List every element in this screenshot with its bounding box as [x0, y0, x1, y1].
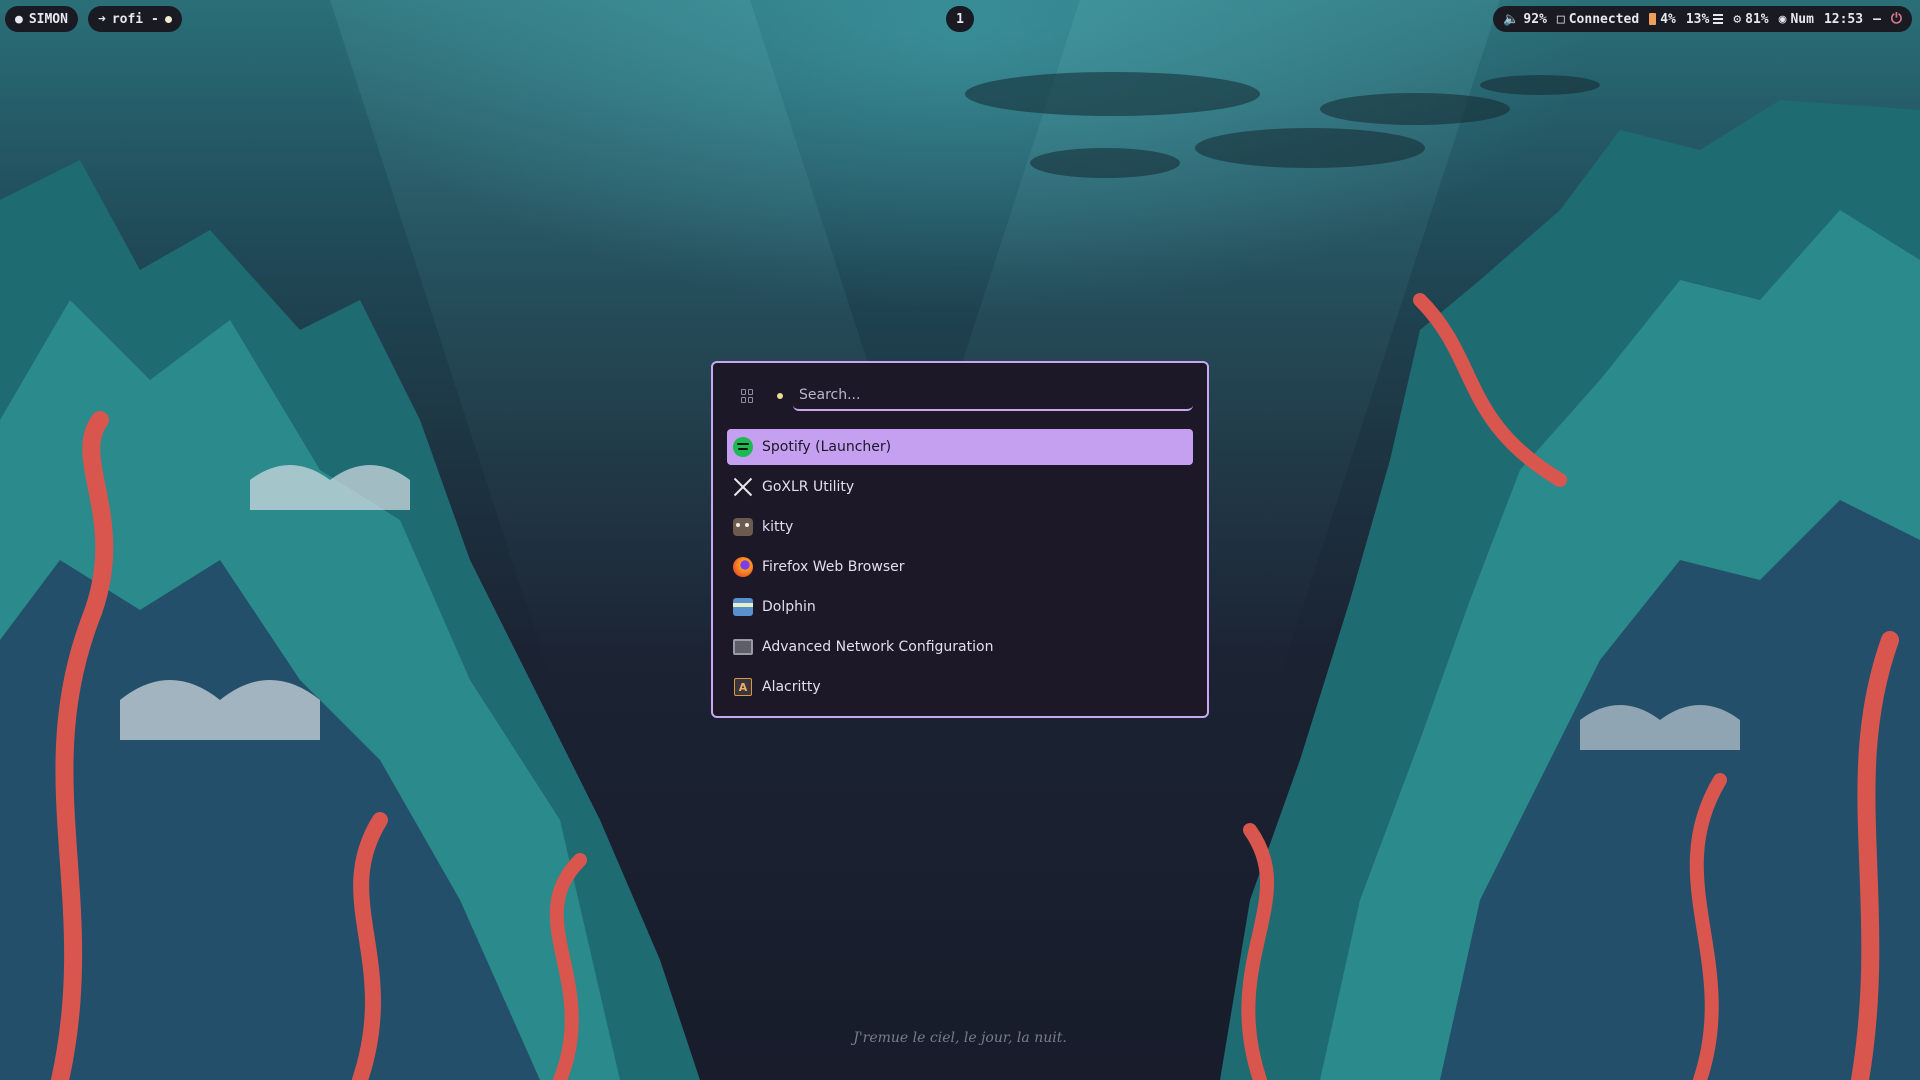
- list-item-network-config[interactable]: Advanced Network Configuration: [727, 629, 1193, 665]
- battery-module[interactable]: 4%: [1649, 12, 1676, 27]
- rofi-launcher: Spotify (Launcher) GoXLR Utility kitty F…: [711, 361, 1209, 718]
- item-label: GoXLR Utility: [762, 479, 855, 495]
- item-label: Advanced Network Configuration: [762, 639, 994, 655]
- kitty-icon: [732, 516, 754, 538]
- wallpaper-caption: J'remue le ciel, le jour, la nuit.: [853, 1030, 1067, 1046]
- item-label: Firefox Web Browser: [762, 559, 905, 575]
- network-status: Connected: [1568, 11, 1640, 27]
- network-icon: □: [1556, 11, 1565, 27]
- firefox-icon: [732, 556, 754, 578]
- list-item-firefox[interactable]: Firefox Web Browser: [727, 549, 1193, 585]
- search-input[interactable]: [793, 381, 1193, 411]
- minimize-module[interactable]: —: [1873, 12, 1881, 27]
- dolphin-icon: [732, 596, 754, 618]
- alacritty-icon: A: [732, 676, 754, 698]
- app-list: Spotify (Launcher) GoXLR Utility kitty F…: [727, 429, 1193, 709]
- workspace-number: 1: [956, 11, 964, 27]
- power-icon: ⏻: [1890, 11, 1902, 27]
- list-item-spotify[interactable]: Spotify (Launcher): [727, 429, 1193, 465]
- cpu-bars-icon: [1713, 14, 1724, 24]
- status-pill: 🔈 92% □ Connected 4% 13% ⚙ 81% ◉ Num 12:…: [1493, 6, 1912, 32]
- user-name: SIMON: [28, 11, 68, 27]
- goxlr-icon: [732, 476, 754, 498]
- user-pill[interactable]: ● SIMON: [5, 6, 78, 32]
- volume-value: 92%: [1523, 11, 1547, 27]
- lock-icon: ◉: [1778, 11, 1787, 27]
- minimize-icon: —: [1873, 11, 1881, 27]
- gear-icon: ⚙: [1733, 11, 1742, 27]
- list-item-alacritty[interactable]: A Alacritty: [727, 669, 1193, 705]
- status-dot-icon: [164, 15, 172, 23]
- cpu-value: 13%: [1685, 11, 1710, 27]
- item-label: kitty: [762, 519, 794, 535]
- battery-icon: [1649, 13, 1657, 25]
- network-config-icon: [732, 636, 754, 658]
- spotify-icon: [732, 436, 754, 458]
- battery-value: 4%: [1660, 11, 1676, 27]
- list-item-kitty[interactable]: kitty: [727, 509, 1193, 545]
- volume-module[interactable]: 🔈 92%: [1503, 12, 1547, 27]
- power-button[interactable]: ⏻: [1891, 11, 1902, 27]
- top-bar: ● SIMON ➜ rofi - 1 🔈 92% □ Connected 4% …: [0, 6, 1920, 32]
- cpu-module[interactable]: 13%: [1685, 11, 1724, 27]
- clock-module[interactable]: 12:53: [1824, 12, 1863, 27]
- item-label: Spotify (Launcher): [762, 439, 892, 455]
- memory-value: 81%: [1745, 11, 1769, 27]
- user-icon: ●: [15, 11, 23, 27]
- numlock-module: ◉ Num: [1779, 12, 1814, 27]
- list-item-goxlr[interactable]: GoXLR Utility: [727, 469, 1193, 505]
- numlock-label: Num: [1790, 11, 1814, 27]
- active-window-title: rofi -: [111, 11, 159, 27]
- speaker-icon: 🔈: [1503, 11, 1520, 27]
- list-item-dolphin[interactable]: Dolphin: [727, 589, 1193, 625]
- network-module[interactable]: □ Connected: [1557, 12, 1639, 27]
- clock-time: 12:53: [1823, 11, 1864, 27]
- mode-indicator-icon: [777, 393, 783, 399]
- active-window-pill[interactable]: ➜ rofi -: [88, 6, 182, 32]
- workspace-button[interactable]: 1: [946, 6, 974, 32]
- input-bar: [731, 381, 1193, 411]
- item-label: Dolphin: [762, 599, 816, 615]
- grid-icon: [741, 389, 755, 403]
- memory-module[interactable]: ⚙ 81%: [1733, 12, 1768, 27]
- item-label: Alacritty: [762, 679, 821, 695]
- arrow-right-icon: ➜: [98, 11, 106, 27]
